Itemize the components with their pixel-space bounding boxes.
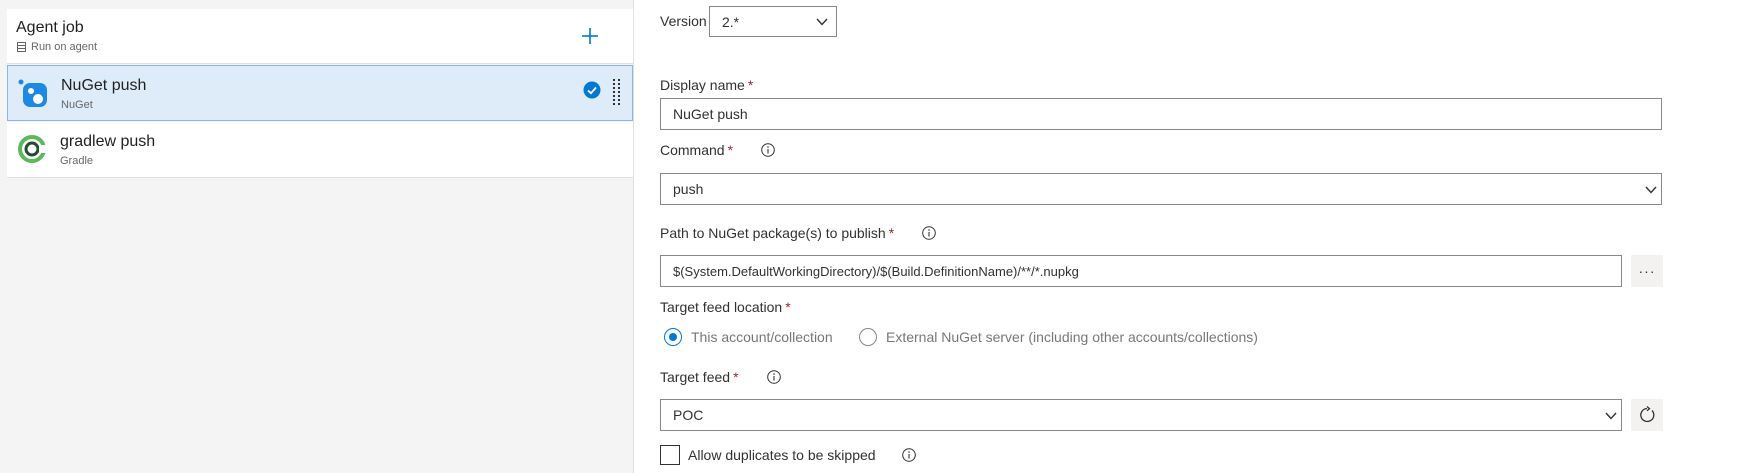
task-title: gradlew push: [60, 133, 156, 150]
task-gradlew-push[interactable]: gradlew push Gradle: [7, 122, 633, 178]
add-task-button[interactable]: [577, 23, 603, 49]
browse-button[interactable]: ···: [1631, 255, 1663, 287]
agent-job-subtitle-row: Run on agent: [17, 41, 97, 53]
server-icon: [17, 42, 26, 52]
radio-external-server-label[interactable]: External NuGet server (including other a…: [886, 329, 1258, 345]
nuget-icon: [18, 79, 47, 107]
allow-duplicates-checkbox[interactable]: [660, 445, 680, 465]
required-marker: *: [785, 299, 791, 315]
info-icon[interactable]: [767, 370, 781, 384]
required-marker: *: [733, 369, 739, 385]
chevron-down-icon: [816, 18, 828, 26]
required-marker: *: [888, 225, 895, 241]
chevron-down-icon: [1645, 186, 1657, 194]
more-icon: ···: [1638, 263, 1656, 279]
path-input[interactable]: $(System.DefaultWorkingDirectory)/$(Buil…: [660, 255, 1622, 287]
version-label: Version: [660, 13, 707, 29]
required-marker: *: [727, 142, 734, 158]
info-icon[interactable]: [761, 143, 775, 157]
task-nuget-push[interactable]: NuGet push NuGet: [7, 65, 633, 121]
task-subtitle: Gradle: [60, 155, 94, 167]
agent-job-title: Agent job: [16, 19, 84, 36]
radio-this-account-label[interactable]: This account/collection: [691, 329, 833, 345]
path-label: Path to NuGet package(s) to publish *: [660, 225, 895, 241]
radio-this-account[interactable]: [664, 328, 682, 346]
task-subtitle: NuGet: [61, 99, 93, 111]
version-value: 2.*: [722, 13, 740, 30]
drag-handle-icon[interactable]: [612, 78, 622, 108]
info-icon[interactable]: [922, 226, 936, 240]
check-circle-icon: [583, 81, 601, 99]
info-icon[interactable]: [902, 448, 916, 462]
display-name-label: Display name *: [660, 77, 754, 93]
refresh-button[interactable]: [1631, 399, 1663, 431]
agent-job[interactable]: Agent job Run on agent: [7, 9, 633, 64]
radio-external-server[interactable]: [859, 328, 877, 346]
command-label: Command *: [660, 142, 734, 158]
refresh-icon: [1640, 406, 1655, 423]
task-title: NuGet push: [61, 77, 147, 94]
task-settings-panel: Version 2.* Display name * NuGet push Com…: [635, 0, 1737, 473]
version-select[interactable]: 2.*: [709, 6, 837, 37]
agent-job-subtitle: Run on agent: [31, 41, 98, 53]
display-name-input[interactable]: NuGet push: [660, 98, 1662, 130]
plus-icon: [582, 28, 598, 44]
allow-duplicates-label[interactable]: Allow duplicates to be skipped: [688, 447, 876, 463]
gradle-icon: [18, 135, 47, 163]
target-location-label: Target feed location *: [660, 299, 791, 315]
pipeline-panel: Agent job Run on agent NuGet push NuGet: [0, 0, 634, 473]
chevron-down-icon: [1605, 412, 1617, 420]
command-select[interactable]: push: [660, 173, 1662, 205]
target-feed-label: Target feed *: [660, 369, 739, 385]
target-feed-select[interactable]: POC: [660, 399, 1622, 431]
required-marker: *: [747, 77, 754, 93]
